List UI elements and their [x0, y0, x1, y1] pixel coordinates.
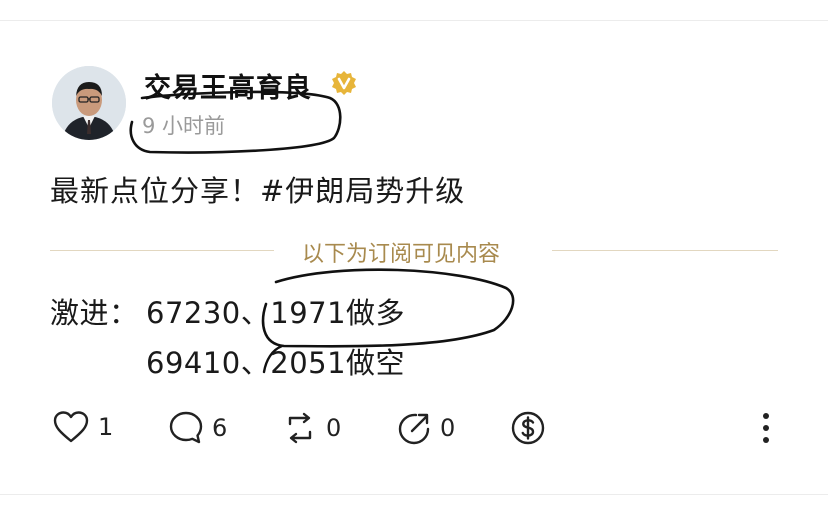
top-separator: [0, 20, 828, 21]
paywall-divider-right: [552, 250, 778, 251]
repost-icon: [282, 410, 318, 446]
share-icon: [396, 410, 432, 446]
comment-count: 6: [212, 414, 228, 442]
paywall-divider-left: [50, 250, 274, 251]
repost-button[interactable]: 0: [282, 410, 341, 446]
post-timestamp: 9 小时前: [142, 114, 226, 138]
verified-badge-icon: [331, 70, 357, 96]
share-button[interactable]: 0: [396, 410, 455, 446]
repost-count: 0: [326, 414, 342, 442]
bottom-separator: [0, 494, 828, 495]
like-button[interactable]: 1: [52, 410, 113, 444]
post-text: 最新点位分享！#伊朗局势升级: [50, 174, 466, 208]
more-options-icon[interactable]: [756, 410, 776, 446]
avatar[interactable]: [52, 66, 126, 140]
tip-button[interactable]: [510, 410, 546, 446]
comment-button[interactable]: 6: [168, 410, 227, 446]
heart-icon: [52, 410, 90, 444]
levels-label: 激进：: [50, 296, 139, 330]
paywall-label: 以下为订阅可见内容: [302, 242, 501, 267]
levels-line-short: 69410、2051做空: [146, 346, 406, 380]
share-count: 0: [440, 414, 456, 442]
author-name[interactable]: 交易王高育良: [144, 66, 312, 105]
comment-bubble-icon: [168, 410, 204, 446]
like-count: 1: [98, 413, 114, 441]
levels-line-long: 67230、1971做多: [146, 296, 406, 330]
dollar-coin-icon: [510, 410, 546, 446]
